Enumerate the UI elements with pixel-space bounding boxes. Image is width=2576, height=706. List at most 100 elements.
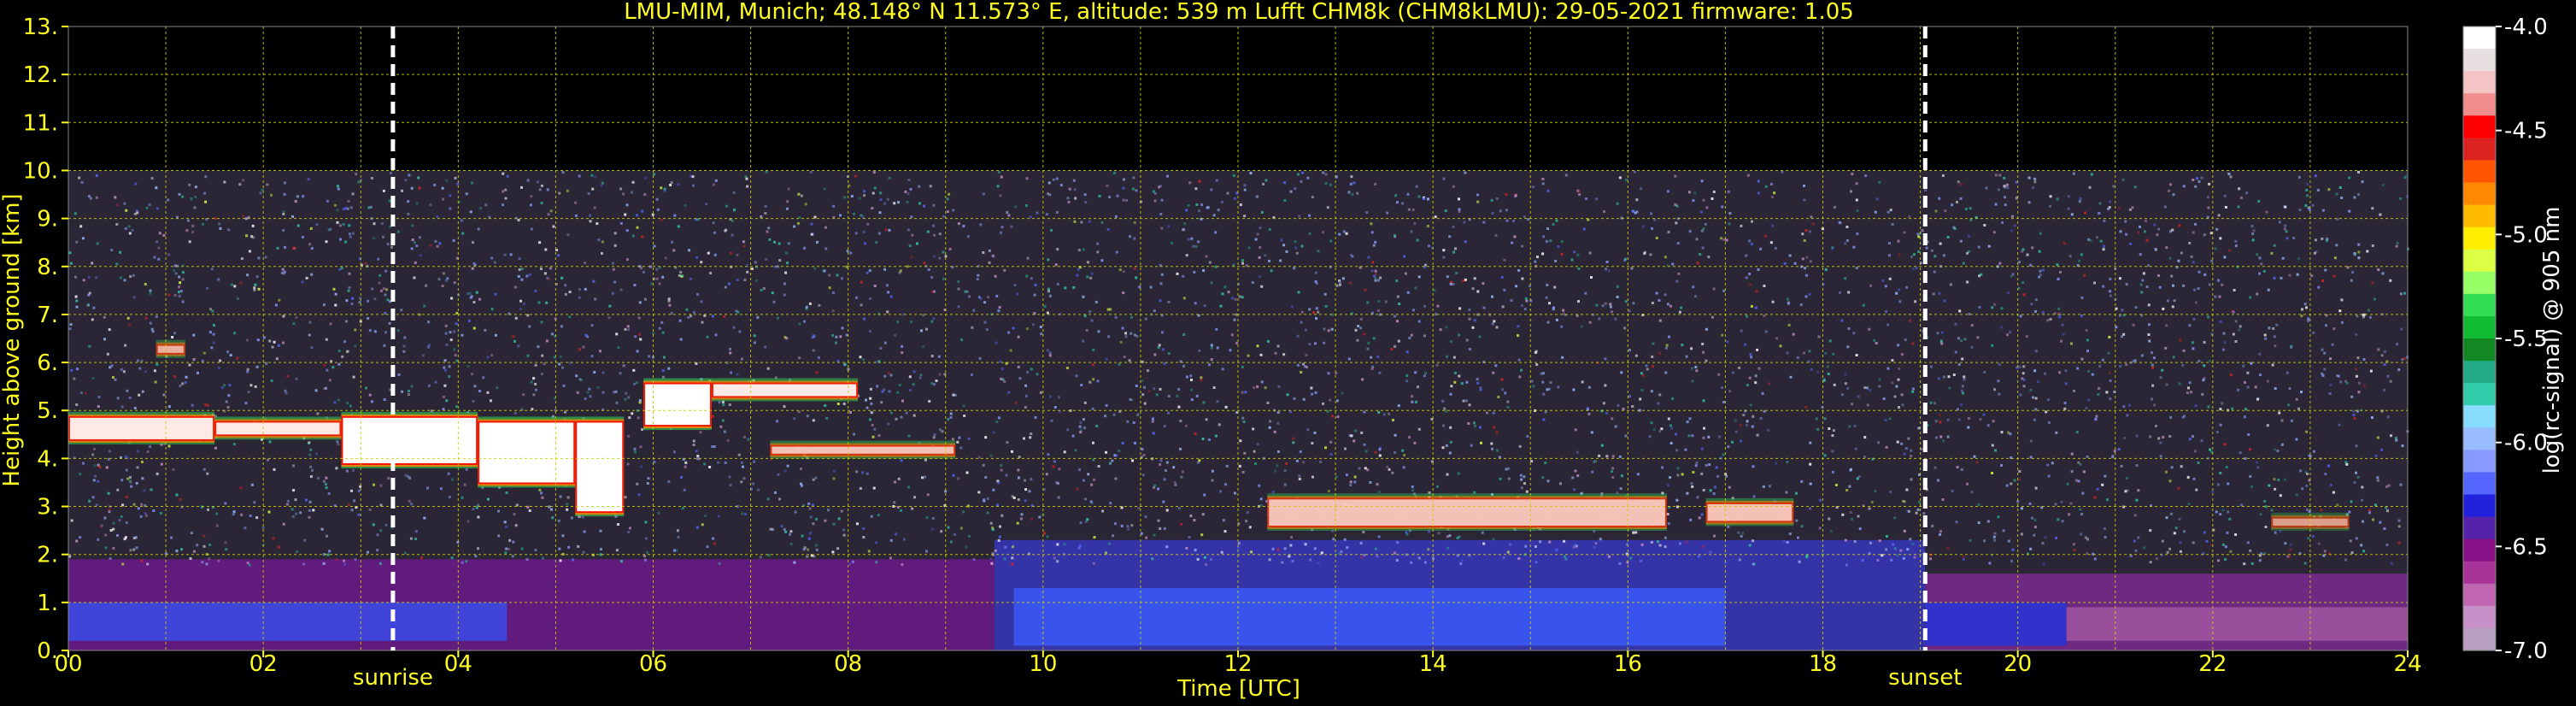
noise-dot xyxy=(860,214,863,217)
noise-dot xyxy=(1276,411,1280,414)
noise-dot xyxy=(255,516,259,520)
noise-dot xyxy=(996,185,1000,188)
noise-dot xyxy=(1378,448,1382,451)
noise-dot xyxy=(1960,468,1963,471)
noise-dot xyxy=(2025,335,2028,338)
noise-dot xyxy=(1523,482,1526,485)
noise-dot xyxy=(2010,560,2013,562)
noise-dot xyxy=(2105,391,2109,394)
noise-dot xyxy=(730,251,732,255)
noise-dot xyxy=(2251,238,2255,242)
noise-dot xyxy=(1216,346,1219,350)
noise-dot xyxy=(2168,256,2172,260)
noise-dot xyxy=(407,212,410,215)
noise-dot xyxy=(2049,318,2052,321)
noise-dot xyxy=(2350,279,2353,282)
noise-dot xyxy=(1426,225,1429,227)
noise-dot xyxy=(1473,421,1476,425)
noise-dot xyxy=(1018,456,1021,459)
noise-dot xyxy=(1886,535,1888,538)
noise-dot xyxy=(836,547,840,550)
noise-dot xyxy=(1915,267,1918,270)
noise-dot xyxy=(1036,211,1039,215)
noise-dot xyxy=(1311,392,1313,396)
noise-dot xyxy=(334,303,337,307)
noise-dot xyxy=(887,372,890,375)
noise-dot xyxy=(627,396,631,399)
noise-dot xyxy=(404,474,408,477)
noise-dot xyxy=(1946,418,1950,421)
noise-dot xyxy=(1423,304,1426,308)
noise-dot xyxy=(1336,415,1340,418)
noise-dot xyxy=(1126,525,1130,528)
noise-dot xyxy=(179,497,182,501)
noise-dot xyxy=(912,383,915,386)
noise-dot xyxy=(1468,348,1471,351)
noise-dot xyxy=(1149,285,1153,289)
noise-dot xyxy=(268,440,272,444)
noise-dot xyxy=(1875,197,1879,201)
noise-dot xyxy=(1695,462,1699,464)
noise-dot xyxy=(367,206,371,209)
noise-dot xyxy=(1243,188,1247,191)
x-tick-label: 02 xyxy=(249,651,278,677)
noise-dot xyxy=(133,407,137,409)
noise-dot xyxy=(1141,379,1144,382)
noise-dot xyxy=(655,277,659,280)
noise-dot xyxy=(2226,531,2229,534)
noise-dot xyxy=(2205,539,2209,543)
noise-dot xyxy=(1198,459,1201,462)
noise-dot xyxy=(1664,545,1667,549)
noise-dot xyxy=(425,284,428,287)
noise-dot xyxy=(886,197,889,201)
noise-dot xyxy=(1686,421,1689,424)
noise-dot xyxy=(998,306,1001,309)
noise-dot xyxy=(1449,340,1452,344)
noise-dot xyxy=(561,534,565,538)
noise-dot xyxy=(1353,181,1356,185)
noise-dot xyxy=(1581,380,1584,384)
noise-dot xyxy=(629,527,631,530)
noise-dot xyxy=(1938,197,1941,200)
noise-dot xyxy=(966,504,970,508)
noise-dot xyxy=(2401,444,2404,448)
noise-dot xyxy=(2395,438,2398,442)
noise-dot xyxy=(2032,186,2035,190)
noise-dot xyxy=(1120,524,1124,527)
noise-dot xyxy=(1875,342,1878,344)
noise-dot xyxy=(754,341,756,344)
noise-dot xyxy=(2355,444,2358,448)
noise-dot xyxy=(1757,191,1760,195)
noise-dot xyxy=(217,367,220,370)
noise-dot xyxy=(1064,286,1067,290)
noise-dot xyxy=(655,268,659,271)
noise-dot xyxy=(1130,332,1133,335)
noise-dot xyxy=(346,350,349,353)
noise-dot xyxy=(842,403,846,405)
noise-dot xyxy=(246,338,249,342)
noise-dot xyxy=(1909,319,1912,322)
noise-dot xyxy=(959,446,963,450)
noise-dot xyxy=(233,332,237,335)
noise-dot xyxy=(2081,491,2085,495)
noise-dot xyxy=(244,527,247,530)
noise-dot xyxy=(1173,481,1177,484)
noise-dot xyxy=(75,539,79,543)
noise-dot xyxy=(633,447,637,450)
noise-dot xyxy=(2075,431,2079,434)
noise-dot xyxy=(651,213,654,216)
cloud-layer xyxy=(643,378,712,431)
noise-dot xyxy=(1201,438,1205,440)
noise-dot xyxy=(870,515,873,518)
noise-dot xyxy=(1092,562,1095,565)
noise-dot xyxy=(741,461,743,464)
noise-dot xyxy=(1374,547,1377,550)
noise-dot xyxy=(2104,527,2106,531)
noise-dot xyxy=(2153,223,2156,227)
noise-dot xyxy=(1417,385,1419,389)
noise-dot xyxy=(2215,227,2219,231)
noise-dot xyxy=(70,368,73,372)
noise-dot xyxy=(505,491,508,494)
noise-dot xyxy=(1998,174,2002,177)
noise-dot xyxy=(2353,417,2356,421)
